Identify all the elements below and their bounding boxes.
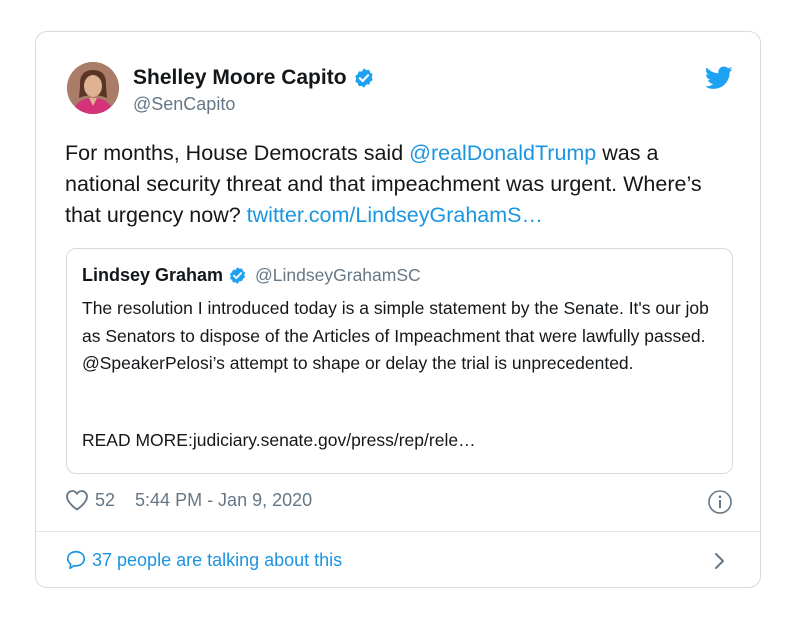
heart-icon[interactable]: [65, 489, 89, 511]
quoted-tweet-header: Lindsey Graham @LindseyGrahamSC: [82, 265, 421, 286]
conversation-link[interactable]: 37 people are talking about this: [65, 549, 342, 571]
chevron-right-icon[interactable]: [713, 550, 727, 572]
twitter-bird-icon[interactable]: [705, 66, 733, 90]
verified-icon: [230, 267, 246, 284]
tweet-text-part: For months, House Democrats said: [65, 141, 410, 165]
avatar-image: [67, 62, 119, 114]
conversation-count-label[interactable]: 37 people are talking about this: [92, 550, 342, 571]
author-name-row[interactable]: Shelley Moore Capito: [133, 66, 375, 90]
quoted-author-handle[interactable]: @LindseyGrahamSC: [255, 265, 421, 286]
mention-link[interactable]: @realDonaldTrump: [409, 141, 596, 165]
quoted-tweet[interactable]: Lindsey Graham @LindseyGrahamSC The reso…: [66, 248, 733, 474]
tweet-url-link[interactable]: twitter.com/LindseyGrahamS…: [247, 203, 543, 227]
quoted-tweet-body: The resolution I introduced today is a s…: [82, 298, 709, 373]
quoted-read-more: READ MORE:judiciary.senate.gov/press/rep…: [82, 430, 476, 450]
tweet-text: For months, House Democrats said @realDo…: [65, 138, 735, 231]
avatar[interactable]: [67, 62, 119, 114]
author-handle[interactable]: @SenCapito: [133, 94, 235, 115]
verified-icon: [354, 68, 373, 88]
comment-bubble-icon: [66, 550, 86, 570]
author-name[interactable]: Shelley Moore Capito: [133, 66, 347, 90]
quoted-author-name[interactable]: Lindsey Graham: [82, 265, 223, 286]
divider: [36, 531, 760, 532]
embedded-tweet-card[interactable]: Shelley Moore Capito @SenCapito For mont…: [35, 31, 761, 588]
tweet-meta: 52 5:44 PM - Jan 9, 2020: [65, 489, 312, 511]
info-icon[interactable]: [707, 489, 733, 515]
like-count[interactable]: 52: [95, 490, 115, 511]
tweet-timestamp[interactable]: 5:44 PM - Jan 9, 2020: [135, 490, 312, 511]
